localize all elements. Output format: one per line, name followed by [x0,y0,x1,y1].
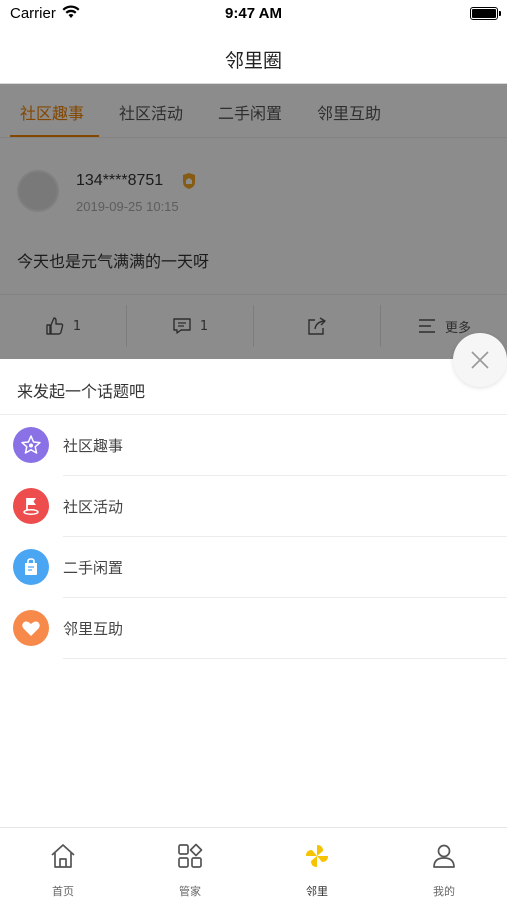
person-icon [433,844,455,868]
topic-icon-circle [13,610,49,646]
status-time: 9:47 AM [225,5,282,22]
tab-mine[interactable]: 我的 [381,828,507,900]
home-icon [51,844,75,868]
pinwheel-icon [306,845,328,867]
tab-home[interactable]: 首页 [0,828,126,900]
tab-neighbors[interactable]: 邻里 [254,828,380,900]
battery-icon [470,7,501,20]
topic-option-community-events[interactable]: 社区活动 [0,476,507,537]
sheet-title: 来发起一个话题吧 [17,382,146,401]
topic-option-community-fun[interactable]: 社区趣事 [0,415,507,476]
tab-label: 邻里 [306,885,328,898]
modal-backdrop[interactable] [0,84,507,359]
tab-label: 我的 [433,885,455,898]
tab-butler[interactable]: 管家 [127,828,253,900]
topic-option-neighbor-help[interactable]: 邻里互助 [0,598,507,659]
close-icon [471,351,489,369]
topic-label: 二手闲置 [63,559,124,577]
topic-option-second-hand[interactable]: 二手闲置 [0,537,507,598]
star-icon [21,435,41,454]
navigation-bar: 邻里圈 [0,28,507,84]
grid-icon [178,843,203,868]
bag-icon [25,558,37,575]
flag-icon [23,498,39,515]
status-bar: Carrier 9:47 AM [0,0,507,28]
topic-label: 邻里互助 [63,620,124,638]
tab-label: 管家 [179,885,201,898]
close-button[interactable] [453,333,507,387]
topic-icon-circle [13,488,49,524]
heart-icon [22,621,40,636]
page-title: 邻里圈 [224,50,282,72]
new-topic-sheet: 来发起一个话题吧 社区趣事 社区活动 二手闲置 邻里互助 [0,359,507,827]
bottom-tab-bar: 首页 管家 邻里 我的 [0,827,507,900]
topic-label: 社区活动 [63,498,124,516]
divider [63,658,507,659]
topic-icon-circle [13,549,49,585]
topic-icon-circle [13,427,49,463]
topic-label: 社区趣事 [63,437,124,455]
tab-label: 首页 [52,885,74,898]
